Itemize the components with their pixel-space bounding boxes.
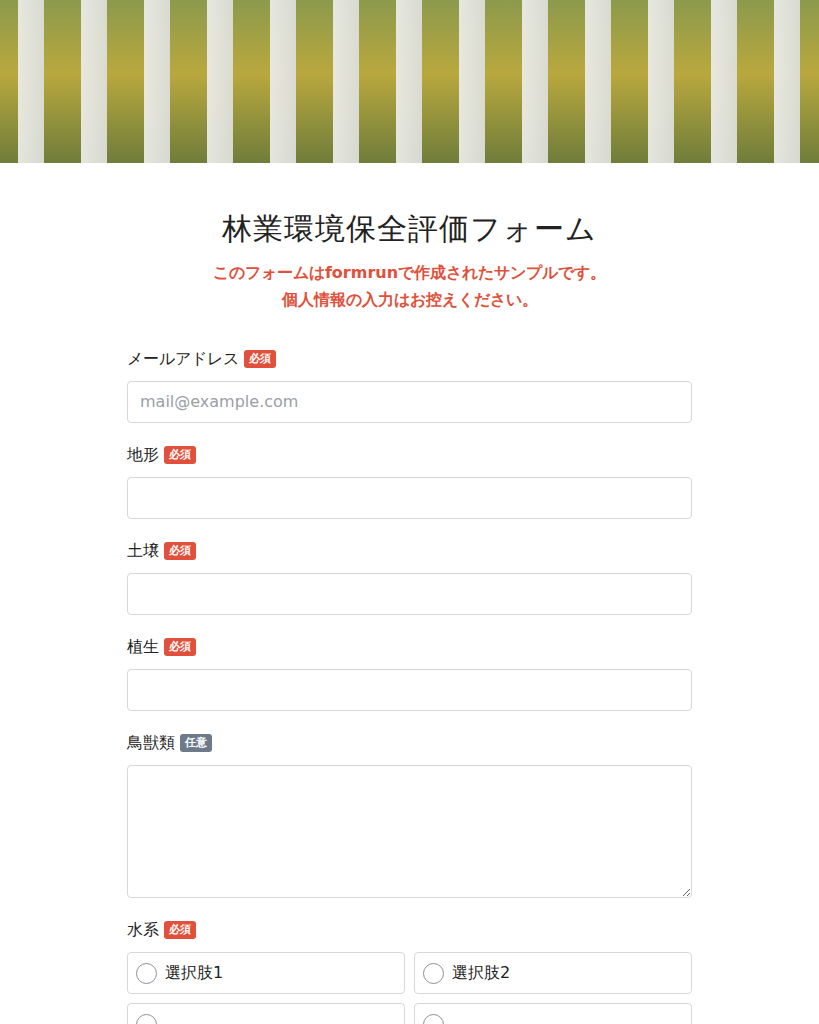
required-badge: 必須 — [164, 638, 196, 656]
text-input[interactable] — [127, 573, 692, 615]
field-label: 鳥獣類任意 — [127, 731, 692, 755]
required-badge: 必須 — [164, 446, 196, 464]
radio-group: 選択肢1 選択肢2 — [127, 952, 692, 1024]
header-photo — [0, 0, 819, 163]
text-input[interactable] — [127, 381, 692, 423]
form-title: 林業環境保全評価フォーム — [127, 211, 692, 247]
notice-line: このフォームはformrunで作成されたサンプルです。 — [127, 259, 692, 286]
field-label-text: 土壌 — [127, 539, 159, 563]
field-label: 水系必須 — [127, 918, 692, 942]
field-group: 植生必須 — [127, 635, 692, 711]
required-badge: 必須 — [164, 921, 196, 939]
field-group: メールアドレス必須 — [127, 347, 692, 423]
radio-button[interactable] — [423, 963, 444, 984]
radio-option[interactable]: 選択肢1 — [127, 952, 405, 994]
field-label-text: 植生 — [127, 635, 159, 659]
field-label: 土壌必須 — [127, 539, 692, 563]
notice: このフォームはformrunで作成されたサンプルです。個人情報の入力はお控えくだ… — [127, 259, 692, 313]
radio-label: 選択肢1 — [165, 961, 223, 985]
text-input[interactable] — [127, 669, 692, 711]
notice-line: 個人情報の入力はお控えください。 — [127, 286, 692, 313]
field-label: 植生必須 — [127, 635, 692, 659]
radio-button[interactable] — [136, 1014, 157, 1024]
radio-option[interactable] — [414, 1003, 692, 1024]
field-label-text: 鳥獣類 — [127, 731, 175, 755]
required-badge: 必須 — [244, 350, 276, 368]
radio-label: 選択肢2 — [452, 961, 510, 985]
text-input[interactable] — [127, 477, 692, 519]
radio-option[interactable] — [127, 1003, 405, 1024]
field-group: 土壌必須 — [127, 539, 692, 615]
required-badge: 任意 — [180, 734, 212, 752]
field-group: 水系必須選択肢1 選択肢2 — [127, 918, 692, 1024]
radio-option[interactable]: 選択肢2 — [414, 952, 692, 994]
field-label: メールアドレス必須 — [127, 347, 692, 371]
radio-button[interactable] — [423, 1014, 444, 1024]
textarea-input[interactable] — [127, 765, 692, 898]
field-label: 地形必須 — [127, 443, 692, 467]
field-label-text: 地形 — [127, 443, 159, 467]
form: 林業環境保全評価フォームこのフォームはformrunで作成されたサンプルです。個… — [127, 211, 692, 1024]
required-badge: 必須 — [164, 542, 196, 560]
field-label-text: 水系 — [127, 918, 159, 942]
radio-button[interactable] — [136, 963, 157, 984]
field-group: 地形必須 — [127, 443, 692, 519]
field-group: 鳥獣類任意 — [127, 731, 692, 898]
field-label-text: メールアドレス — [127, 347, 239, 371]
